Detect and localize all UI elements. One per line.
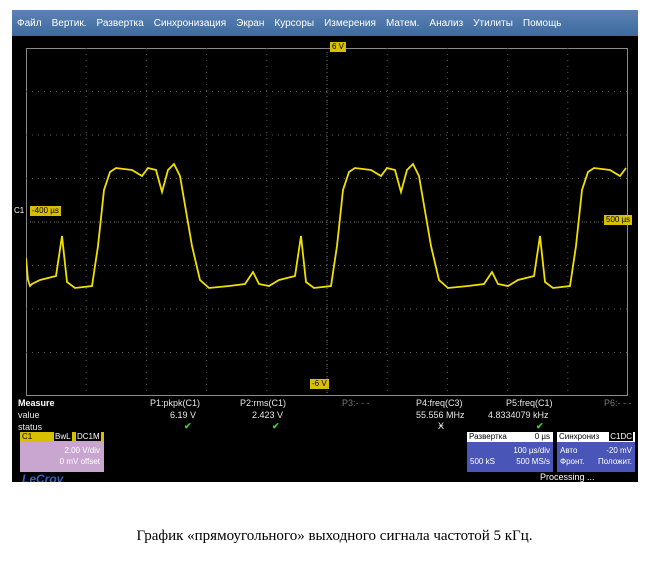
timebase-delay: 0 µs — [534, 432, 550, 441]
trigger-slope: Фронт. — [560, 457, 585, 466]
menu-help[interactable]: Помощь — [518, 18, 567, 29]
trigger-mode: Авто — [560, 446, 578, 455]
timebase-tdiv: 100 µs/div — [513, 446, 550, 455]
processing-status: Processing ... — [540, 472, 595, 482]
measure-title: Measure — [18, 398, 55, 408]
figure-caption: График «прямоугольного» выходного сигнал… — [136, 528, 533, 544]
p6-name[interactable]: P6:- - - — [604, 398, 632, 408]
p1-name[interactable]: P1:pkpk(C1) — [150, 398, 200, 408]
timebase-samples: 500 kS — [470, 457, 495, 466]
menu-trigger[interactable]: Синхронизация — [149, 18, 231, 29]
top-voltage-marker: 6 V — [330, 42, 347, 52]
coupling-tag: DC1M — [76, 432, 101, 441]
menu-measure[interactable]: Измерения — [319, 18, 381, 29]
p3-name[interactable]: P3:- - - — [342, 398, 370, 408]
channel1-label: C1 — [22, 432, 33, 441]
channel1-offset: 0 mV offset — [59, 457, 100, 466]
bottom-voltage-marker: -6 V — [310, 379, 329, 389]
timebase-rate: 500 MS/s — [516, 457, 550, 466]
left-time-marker: -400 µs — [30, 206, 61, 216]
oscilloscope-screen: Файл Вертик. Развертка Синхронизация Экр… — [12, 10, 638, 482]
trigger-level: -20 mV — [606, 446, 632, 455]
channel1-tab: C1 BwL DC1M — [20, 432, 104, 442]
menu-utilities[interactable]: Утилиты — [468, 18, 518, 29]
menu-math[interactable]: Матем. — [381, 18, 424, 29]
measure-row-value: value — [18, 410, 40, 420]
menu-timebase[interactable]: Развертка — [92, 18, 149, 29]
timebase-descriptor[interactable]: Развертка 0 µs 100 µs/div 500 kS 500 MS/… — [467, 432, 553, 472]
lecroy-logo: LeCroy — [22, 472, 64, 482]
p5-status-check-icon: ✔ — [536, 421, 544, 431]
p4-value: 55.556 MHz — [416, 410, 465, 420]
trigger-source-tag: C1DC — [609, 432, 633, 441]
right-time-marker: 500 µs — [604, 215, 633, 225]
menu-file[interactable]: Файл — [12, 18, 47, 29]
p4-status-warning-icon: Ӿ — [438, 421, 445, 431]
menu-bar: Файл Вертик. Развертка Синхронизация Экр… — [12, 10, 638, 36]
p5-value: 4.8334079 kHz — [488, 410, 549, 420]
p1-value: 6.19 V — [170, 410, 197, 420]
p5-name[interactable]: P5:freq(C1) — [506, 398, 553, 408]
p4-name[interactable]: P4:freq(C3) — [416, 398, 463, 408]
trigger-descriptor[interactable]: Синхрониз C1DC Авто -20 mV Фронт. Положи… — [557, 432, 635, 472]
p2-status-check-icon: ✔ — [272, 421, 280, 431]
graticule — [25, 48, 628, 396]
menu-analysis[interactable]: Анализ — [424, 18, 468, 29]
menu-cursors[interactable]: Курсоры — [269, 18, 319, 29]
measure-row-status: status — [18, 422, 43, 432]
menu-display[interactable]: Экран — [231, 18, 269, 29]
waveform-grid[interactable] — [25, 48, 628, 396]
trigger-slope-value: Положит. — [598, 457, 632, 466]
p1-status-check-icon: ✔ — [184, 421, 192, 431]
p2-value: 2.423 V — [252, 410, 284, 420]
channel1-descriptor[interactable]: C1 BwL DC1M 2.00 V/div 0 mV offset — [20, 432, 104, 472]
bandwidth-limit-tag: BwL — [54, 432, 72, 441]
p2-name[interactable]: P2:rms(C1) — [240, 398, 286, 408]
channel-marker-label: C1 — [14, 206, 25, 215]
channel1-vdiv: 2.00 V/div — [64, 446, 100, 455]
menu-vertical[interactable]: Вертик. — [47, 18, 92, 29]
channel1-trace — [25, 162, 627, 289]
